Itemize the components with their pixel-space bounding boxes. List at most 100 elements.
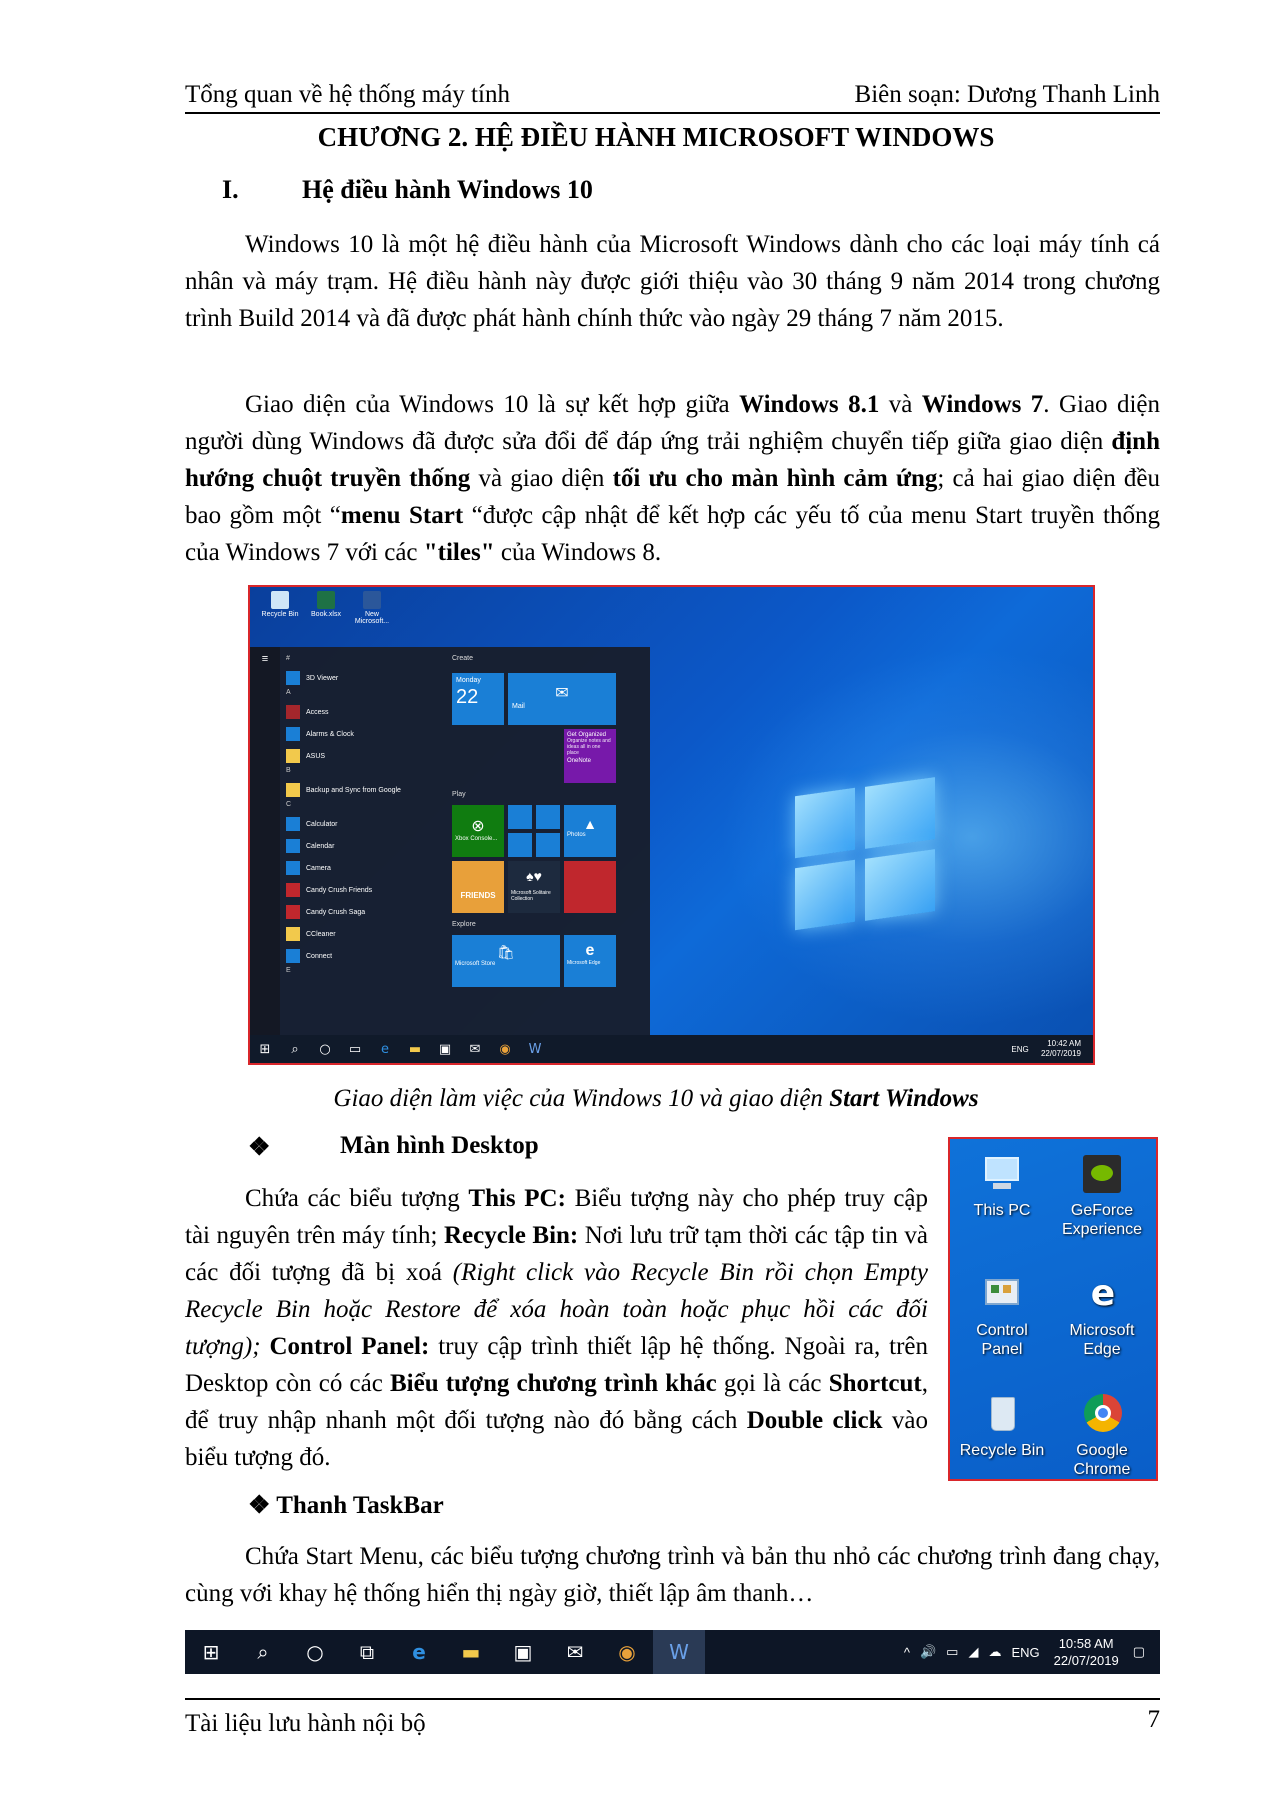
interface-paragraph: Giao diện của Windows 10 là sự kết hợp g…	[185, 391, 1161, 566]
system-tray[interactable]: ENG 10:42 AM 22/07/2019	[1011, 1039, 1081, 1059]
start-list-item[interactable]: Calendar	[286, 835, 436, 857]
hamburger-icon[interactable]: ≡	[250, 653, 280, 665]
edge-tile[interactable]: e Microsoft Edge	[564, 935, 616, 987]
file-explorer-icon[interactable]: ▬	[445, 1630, 497, 1674]
chrome-icon[interactable]: ◉	[601, 1630, 653, 1674]
section-number: I.	[222, 175, 239, 204]
xbox-tile[interactable]: ⊗ Xbox Console...	[452, 805, 504, 857]
app-label: CCleaner	[306, 930, 336, 938]
task-view-icon[interactable]: ▭	[340, 1035, 370, 1063]
chrome-shortcut[interactable]: Google Chrome	[1052, 1391, 1152, 1479]
app-label: Candy Crush Friends	[306, 886, 373, 894]
edge-shortcut[interactable]: e Microsoft Edge	[1052, 1271, 1152, 1359]
desktop-icon[interactable]: Book.xlsx	[304, 591, 348, 618]
network-icon[interactable]: ◢	[968, 1644, 978, 1660]
recycle-bin-shortcut[interactable]: Recycle Bin	[952, 1391, 1052, 1460]
clock[interactable]: 10:58 AM 22/07/2019	[1054, 1635, 1119, 1669]
cloud-icon[interactable]: ☁	[988, 1644, 1001, 1660]
windows-start-icon[interactable]: ⊞	[185, 1630, 237, 1674]
photos-icon: ▲	[583, 816, 597, 832]
app-icon	[286, 949, 300, 963]
windows10-screenshot: Recycle Bin Book.xlsx New Microsoft... ≡…	[248, 585, 1095, 1065]
language-indicator[interactable]: ENG	[1011, 1645, 1039, 1660]
taskbar-heading: ❖ Thanh TaskBar	[248, 1492, 444, 1519]
footer-text: Tài liệu lưu hành nội bộ	[185, 1710, 426, 1737]
app-label: Calendar	[306, 842, 335, 850]
computer-icon	[979, 1151, 1025, 1197]
app-icon	[286, 705, 300, 719]
chrome-icon[interactable]: ◉	[490, 1035, 520, 1063]
store-tile[interactable]: 🛍 Microsoft Store	[452, 935, 560, 987]
start-app-list: #3D Viewer A Access Alarms & Clock ASUS B Back…	[286, 655, 436, 979]
windows-start-icon[interactable]: ⊞	[250, 1035, 280, 1063]
app-icon	[286, 749, 300, 763]
start-list-item[interactable]: Calculator	[286, 813, 436, 835]
file-explorer-icon[interactable]: ▬	[400, 1035, 430, 1063]
candy-crush-tile[interactable]	[564, 861, 616, 913]
control-panel-icon	[979, 1271, 1025, 1317]
app-icon	[286, 839, 300, 853]
search-icon[interactable]: ⌕	[280, 1035, 310, 1063]
start-menu: ≡ #3D Viewer A Access Alarms & Clock ASUS B Ba…	[250, 647, 650, 1039]
start-list-item[interactable]: Candy Crush Friends	[286, 879, 436, 901]
mail-icon[interactable]: ✉	[549, 1630, 601, 1674]
notification-icon[interactable]: ▢	[1133, 1644, 1145, 1660]
edge-icon[interactable]: e	[370, 1035, 400, 1063]
store-icon: 🛍	[497, 944, 515, 960]
volume-icon[interactable]: 🔊	[920, 1644, 936, 1660]
mail-icon[interactable]: ✉	[460, 1035, 490, 1063]
start-list-item[interactable]: Alarms & Clock	[286, 723, 436, 745]
search-icon[interactable]: ⌕	[237, 1630, 289, 1674]
start-list-item[interactable]: Camera	[286, 857, 436, 879]
control-panel-shortcut[interactable]: Control Panel	[952, 1271, 1052, 1359]
small-tile[interactable]	[508, 833, 532, 857]
start-list-letter[interactable]: C	[286, 801, 436, 813]
header-title: Tổng quan về hệ thống máy tính	[185, 81, 510, 108]
start-list-item[interactable]: Access	[286, 701, 436, 723]
page-number: 7	[1147, 1706, 1161, 1733]
start-list-item[interactable]: CCleaner	[286, 923, 436, 945]
this-pc-shortcut[interactable]: This PC	[952, 1151, 1052, 1220]
mail-tile[interactable]: ✉ Mail	[508, 673, 616, 725]
store-icon[interactable]: ▣	[430, 1035, 460, 1063]
word-icon[interactable]: W	[520, 1035, 550, 1063]
desktop-icon[interactable]: Recycle Bin	[258, 591, 302, 618]
solitaire-tile[interactable]: ♠♥ Microsoft Solitaire Collection	[508, 861, 560, 913]
geforce-shortcut[interactable]: GeForce Experience	[1052, 1151, 1152, 1239]
task-view-icon[interactable]: ⧉	[341, 1630, 393, 1674]
word-icon[interactable]: W	[653, 1630, 705, 1674]
page-header: Tổng quan về hệ thống máy tính Biên soạn…	[185, 78, 1160, 114]
chrome-icon	[1079, 1391, 1125, 1437]
edge-icon[interactable]: e	[393, 1630, 445, 1674]
small-tile[interactable]	[508, 805, 532, 829]
start-list-item[interactable]: ASUS	[286, 745, 436, 767]
app-icon	[286, 905, 300, 919]
desktop-icon[interactable]: New Microsoft...	[350, 591, 394, 625]
chevron-up-icon[interactable]: ^	[904, 1645, 910, 1660]
small-tile[interactable]	[536, 805, 560, 829]
battery-icon[interactable]: ▭	[946, 1644, 958, 1660]
start-list-letter[interactable]: A	[286, 689, 436, 701]
figure-caption: Giao diện làm việc của Windows 10 và gia…	[333, 1085, 979, 1112]
store-icon[interactable]: ▣	[497, 1630, 549, 1674]
start-list-item[interactable]: 3D Viewer	[286, 667, 436, 689]
start-list-item[interactable]: Connect	[286, 945, 436, 967]
start-list-item[interactable]: Candy Crush Saga	[286, 901, 436, 923]
app-label: Candy Crush Saga	[306, 908, 366, 916]
start-list-letter[interactable]: B	[286, 767, 436, 779]
start-list-letter[interactable]: #	[286, 655, 436, 667]
app-icon	[286, 727, 300, 741]
onenote-tile[interactable]: Get Organized Organize notes and ideas a…	[564, 729, 616, 783]
mail-icon: ✉	[555, 685, 569, 702]
start-list-item[interactable]: Backup and Sync from Google	[286, 779, 436, 801]
photos-tile[interactable]: ▲ Photos	[564, 805, 616, 857]
cortana-icon[interactable]: ○	[289, 1630, 341, 1674]
app-icon	[286, 783, 300, 797]
start-list-letter[interactable]: E	[286, 967, 436, 979]
windows-logo	[775, 752, 1045, 972]
small-tile[interactable]	[536, 833, 560, 857]
page-footer: Tài liệu lưu hành nội bộ 7	[185, 1698, 1160, 1737]
candy-crush-friends-tile[interactable]: FRIENDS	[452, 861, 504, 913]
cortana-icon[interactable]: ○	[310, 1035, 340, 1063]
calendar-tile[interactable]: Monday 22	[452, 673, 504, 725]
